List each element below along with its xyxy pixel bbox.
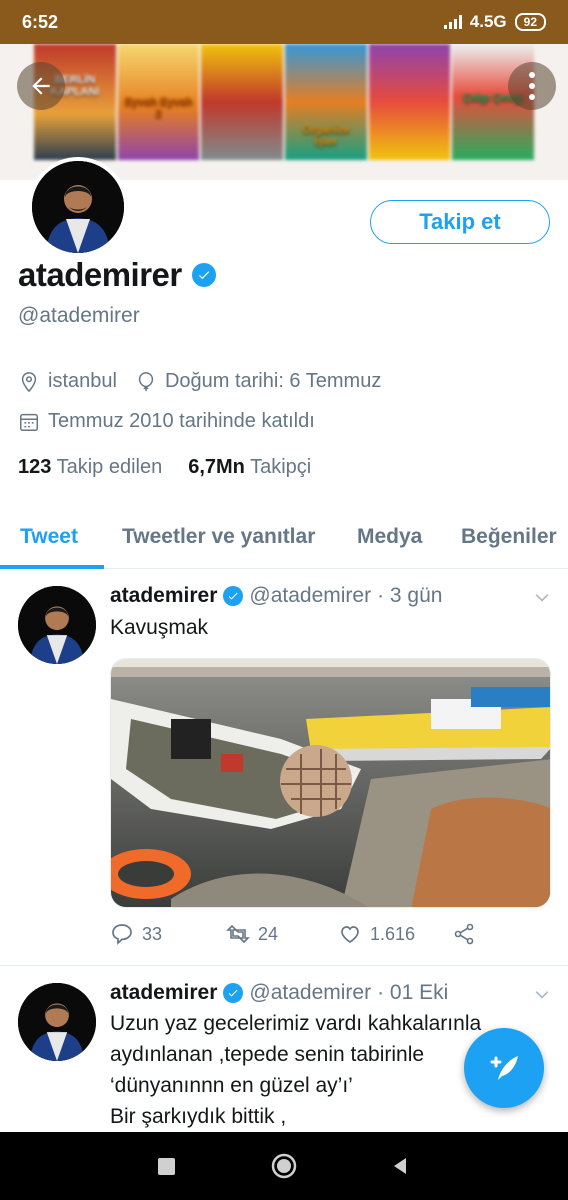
- banner-image: BERLİN KAPLANI Eyvah Eyvah 2 Organize İş…: [34, 44, 535, 160]
- status-indicators: 4.5G 92: [443, 12, 546, 32]
- followers-count: 6,7Mn: [188, 456, 245, 478]
- nav-home-button[interactable]: [268, 1150, 300, 1182]
- tweet-avatar[interactable]: [18, 586, 96, 664]
- retweet-icon: [226, 924, 250, 944]
- profile-avatar[interactable]: [28, 157, 128, 257]
- chevron-down-icon[interactable]: [532, 588, 552, 608]
- nav-back-icon: [394, 1158, 406, 1174]
- back-arrow-icon: [32, 77, 50, 95]
- battery-level: 92: [523, 15, 537, 29]
- android-nav-bar: [0, 1132, 568, 1200]
- tweet-author-name[interactable]: atademirer: [110, 981, 217, 1005]
- verified-badge-icon: [191, 263, 216, 287]
- verified-badge-icon: [223, 586, 244, 606]
- tab-tweets[interactable]: Tweet: [20, 505, 78, 569]
- nav-recents-icon: [157, 1157, 175, 1175]
- tweet-avatar[interactable]: [18, 983, 96, 1061]
- tweet-header: atademirer @atademirer · 3 gün: [110, 584, 442, 608]
- signal-icon: [443, 15, 462, 29]
- following-count: 123: [18, 456, 52, 478]
- reply-icon: [112, 924, 132, 945]
- chevron-down-icon[interactable]: [532, 985, 552, 1005]
- tweet-author-name[interactable]: atademirer: [110, 584, 217, 608]
- nav-home-icon: [271, 1153, 297, 1179]
- verified-badge-icon: [223, 983, 244, 1003]
- following-label: Takip edilen: [56, 456, 163, 478]
- profile-joined-row: Temmuz 2010 tarihinde katıldı: [18, 410, 315, 433]
- profile-display-name: atademirer: [18, 256, 182, 293]
- battery-icon: 92: [514, 13, 546, 31]
- more-vertical-icon: [529, 72, 535, 100]
- tweet-timestamp: · 01 Eki: [377, 981, 449, 1004]
- banner-poster: Eyvah Eyvah 2: [117, 44, 200, 160]
- banner-poster: Organize İşler: [285, 44, 367, 160]
- nav-back-button[interactable]: [384, 1150, 416, 1182]
- profile-joined: Temmuz 2010 tarihinde katıldı: [48, 410, 315, 432]
- profile-name-row: atademirer: [18, 256, 216, 294]
- status-time: 6:52: [22, 11, 59, 32]
- compose-tweet-icon: [490, 1056, 518, 1080]
- tab-tweets-and-replies[interactable]: Tweetler ve yanıtlar: [122, 505, 315, 569]
- followers-label: Takipçi: [250, 456, 312, 478]
- more-options-button[interactable]: [508, 62, 556, 110]
- balloon-icon: [138, 371, 154, 391]
- reply-count: 33: [142, 923, 163, 944]
- reply-button[interactable]: 33: [110, 922, 162, 946]
- share-icon: [454, 923, 474, 945]
- profile-location: istanbul: [48, 370, 117, 392]
- nav-recents-button[interactable]: [150, 1150, 182, 1182]
- retweet-button[interactable]: 24: [226, 922, 278, 946]
- tab-media[interactable]: Medya: [357, 505, 422, 569]
- like-icon: [341, 926, 359, 943]
- profile-tabs: Tweet Tweetler ve yanıtlar Medya Beğenil…: [0, 505, 568, 569]
- tweet-actions: 33 24 1.616: [110, 922, 550, 952]
- tweet-media-image[interactable]: [110, 658, 551, 908]
- location-pin-icon: [21, 371, 37, 392]
- profile-birthday: Doğum tarihi: 6 Temmuz: [164, 370, 382, 392]
- back-button[interactable]: [17, 62, 65, 110]
- tweet-author-handle: @atademirer: [249, 584, 372, 607]
- network-type: 4.5G: [469, 12, 507, 31]
- avatar-image: [18, 586, 96, 664]
- compose-tweet-button[interactable]: [464, 1028, 544, 1108]
- following-link[interactable]: 123 Takip edilen: [18, 456, 162, 479]
- follow-counts: 123 Takip edilen 6,7Mn Takipçi: [18, 456, 311, 479]
- profile-meta-row: istanbul Doğum tarihi: 6 Temmuz: [18, 370, 381, 393]
- retweet-count: 24: [258, 923, 279, 944]
- tweet-text: Kavuşmak: [110, 616, 209, 639]
- follow-button[interactable]: Takip et: [370, 200, 550, 244]
- like-count: 1.616: [370, 923, 416, 944]
- tweet-header: atademirer @atademirer · 01 Eki: [110, 981, 448, 1005]
- boat-photo: [111, 659, 550, 907]
- banner-poster: [368, 44, 451, 160]
- profile-handle: @atademirer: [18, 304, 140, 327]
- calendar-icon: [20, 413, 38, 431]
- followers-link[interactable]: 6,7Mn Takipçi: [188, 456, 311, 479]
- active-tab-indicator: [0, 565, 104, 569]
- tweet-author-handle: @atademirer: [249, 981, 372, 1004]
- avatar-image: [18, 983, 96, 1061]
- avatar-image: [32, 161, 124, 253]
- share-button[interactable]: [452, 922, 476, 946]
- banner-poster: [201, 44, 284, 160]
- tweet-text: Uzun yaz gecelerimiz vardı kahkalarınla …: [110, 1012, 482, 1128]
- like-button[interactable]: 1.616: [338, 922, 415, 946]
- tweet-timestamp: · 3 gün: [377, 584, 443, 607]
- status-bar: 6:52 4.5G 92: [0, 0, 568, 44]
- tab-likes[interactable]: Beğeniler: [461, 505, 557, 569]
